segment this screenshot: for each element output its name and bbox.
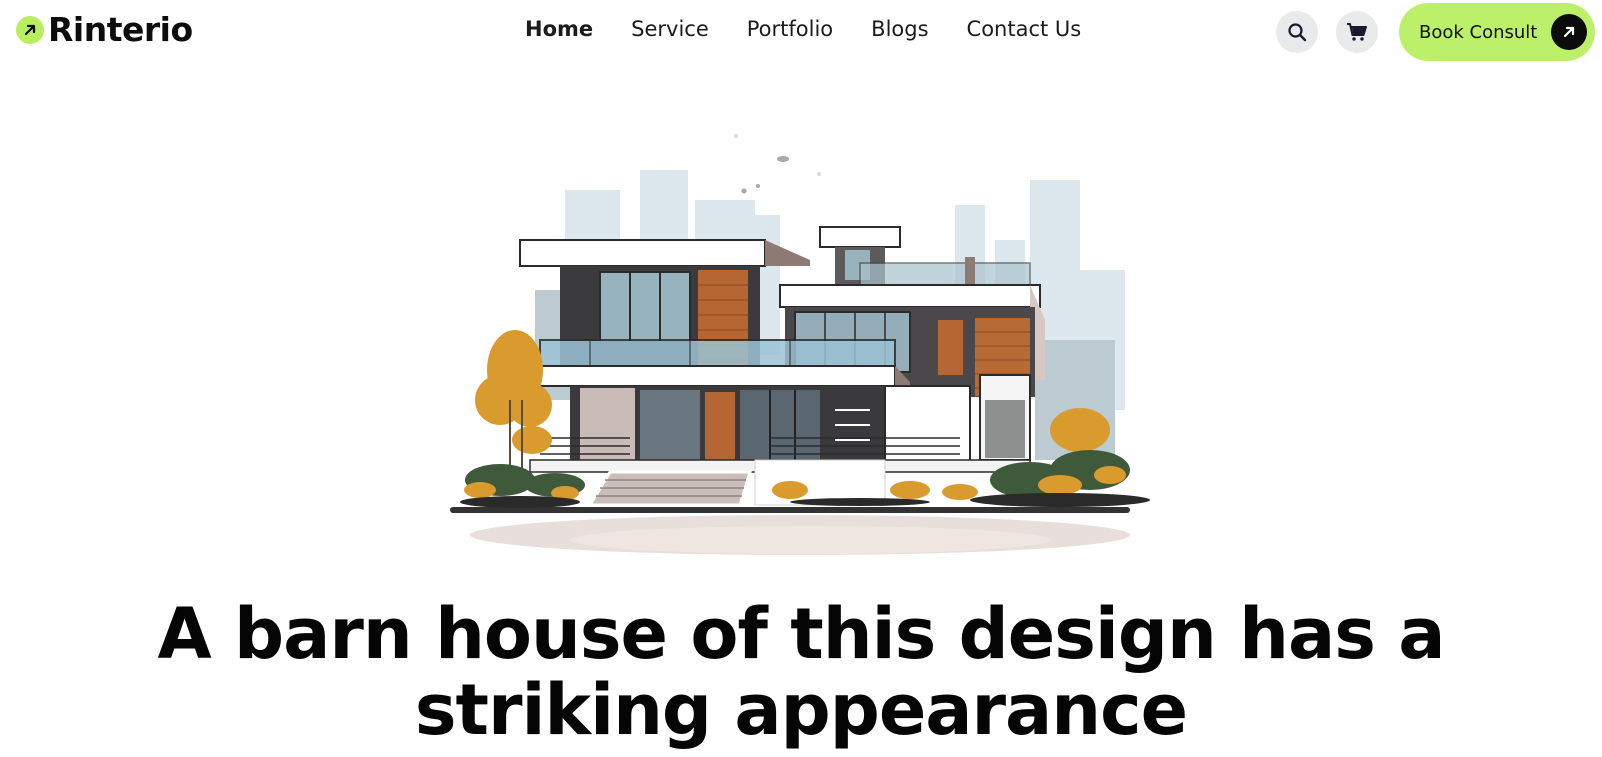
book-consult-button[interactable]: Book Consult	[1399, 3, 1595, 61]
cart-icon	[1347, 23, 1367, 41]
search-icon	[1288, 23, 1307, 42]
arrow-up-right-icon	[16, 15, 44, 44]
brand-name: Rinterio	[48, 10, 193, 49]
modern-house-illustration	[440, 120, 1170, 570]
logo[interactable]: Rinterio	[16, 10, 193, 49]
nav-item-blogs[interactable]: Blogs	[871, 17, 928, 41]
book-consult-label: Book Consult	[1419, 21, 1538, 43]
nav-item-contact-us[interactable]: Contact Us	[967, 17, 1082, 41]
arrow-up-right-icon	[1551, 14, 1587, 50]
nav-item-portfolio[interactable]: Portfolio	[747, 17, 833, 41]
search-button[interactable]	[1276, 11, 1318, 53]
main-nav: Home Service Portfolio Blogs Contact Us	[525, 17, 1081, 41]
nav-item-service[interactable]: Service	[631, 17, 709, 41]
hero-title: A barn house of this design has a striki…	[157, 593, 1445, 751]
nav-item-home[interactable]: Home	[525, 17, 593, 41]
cart-button[interactable]	[1336, 11, 1378, 53]
site-header: Rinterio Home Service Portfolio Blogs Co…	[0, 0, 1602, 64]
